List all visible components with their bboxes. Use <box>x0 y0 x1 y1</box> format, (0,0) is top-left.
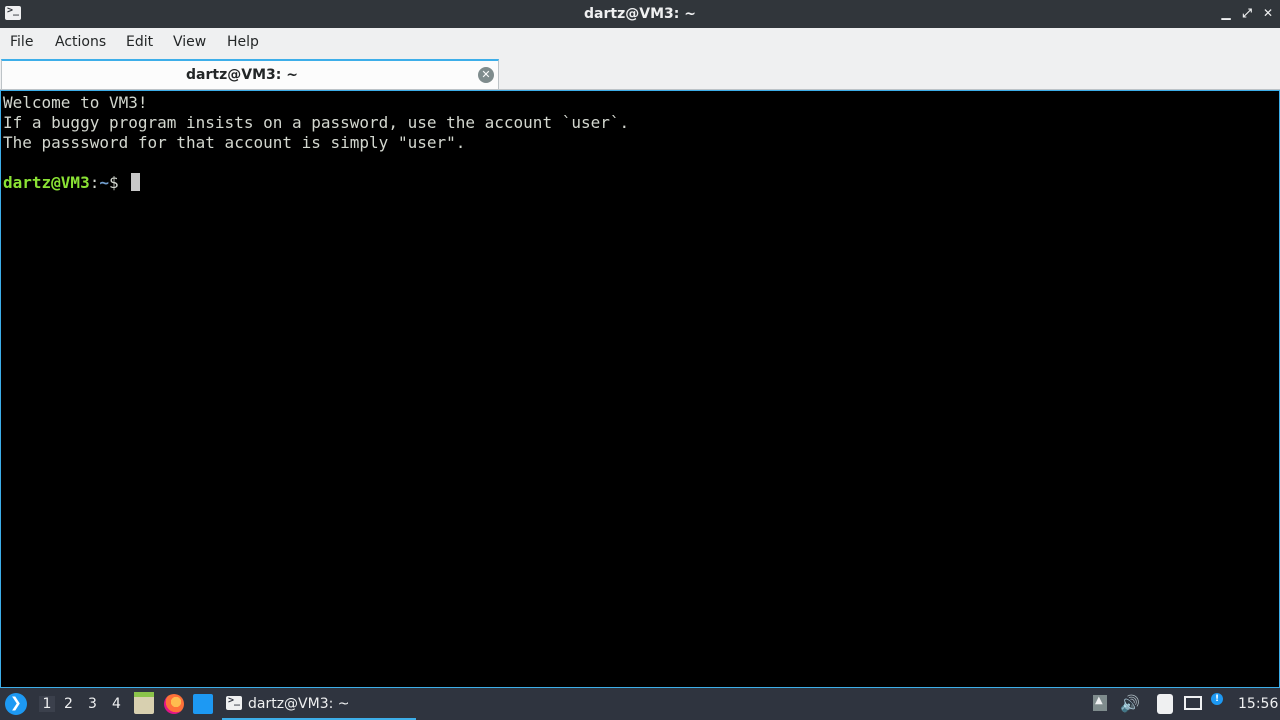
firefox-icon[interactable] <box>164 694 184 714</box>
terminal-icon: >_ <box>226 695 242 710</box>
prompt-separator: : <box>89 173 100 192</box>
tray-arrow-icon[interactable] <box>1093 695 1107 711</box>
terminal-area[interactable]: Welcome to VM3! If a buggy program insis… <box>0 90 1280 688</box>
terminal-line: The passsword for that account is simply… <box>3 133 466 152</box>
menu-view[interactable]: View <box>173 34 206 50</box>
prompt-symbol: $ <box>108 173 119 192</box>
tab-terminal[interactable]: dartz@VM3: ~ ✕ <box>1 59 499 89</box>
workspace-2[interactable]: 2 <box>64 696 73 712</box>
clipboard-icon[interactable] <box>1157 694 1173 714</box>
terminal-line: If a buggy program insists on a password… <box>3 113 630 132</box>
tab-bar: dartz@VM3: ~ ✕ <box>0 57 1280 90</box>
prompt-user-host: dartz@VM3 <box>3 173 90 192</box>
menu-help[interactable]: Help <box>227 34 259 50</box>
volume-icon[interactable]: 🔊 <box>1120 694 1140 713</box>
window-titlebar: >_ dartz@VM3: ~ ▁ ⤢ ✕ <box>0 0 1280 28</box>
taskbar: ❯ 1 2 3 4 >_ dartz@VM3: ~ 🔊 ! 15:56 <box>0 688 1280 720</box>
tab-label: dartz@VM3: ~ <box>186 67 298 83</box>
window-title: dartz@VM3: ~ <box>584 6 696 22</box>
taskbar-item-label: dartz@VM3: ~ <box>248 696 350 712</box>
clock[interactable]: 15:56 <box>1238 696 1278 712</box>
show-desktop-icon[interactable] <box>193 694 213 714</box>
workspace-3[interactable]: 3 <box>88 696 97 712</box>
workspace-1[interactable]: 1 <box>39 696 55 712</box>
prompt-path: ~ <box>99 173 109 192</box>
menu-edit[interactable]: Edit <box>126 34 153 50</box>
file-manager-icon[interactable] <box>134 692 154 714</box>
info-icon[interactable]: ! <box>1211 693 1223 705</box>
close-button[interactable]: ✕ <box>1261 6 1275 20</box>
terminal-prompt: dartz@VM3:~$ <box>3 173 141 193</box>
network-icon[interactable] <box>1184 696 1202 710</box>
menu-bar: File Actions Edit View Help <box>0 28 1280 57</box>
text-cursor <box>131 173 141 191</box>
start-menu-icon[interactable]: ❯ <box>5 693 27 715</box>
maximize-button[interactable]: ⤢ <box>1240 6 1254 20</box>
minimize-button[interactable]: ▁ <box>1219 6 1233 20</box>
taskbar-item-terminal[interactable]: >_ dartz@VM3: ~ <box>222 688 416 720</box>
menu-file[interactable]: File <box>10 34 33 50</box>
workspace-4[interactable]: 4 <box>112 696 121 712</box>
menu-actions[interactable]: Actions <box>55 34 106 50</box>
tab-close-icon[interactable]: ✕ <box>478 67 494 83</box>
terminal-line: Welcome to VM3! <box>3 93 148 112</box>
